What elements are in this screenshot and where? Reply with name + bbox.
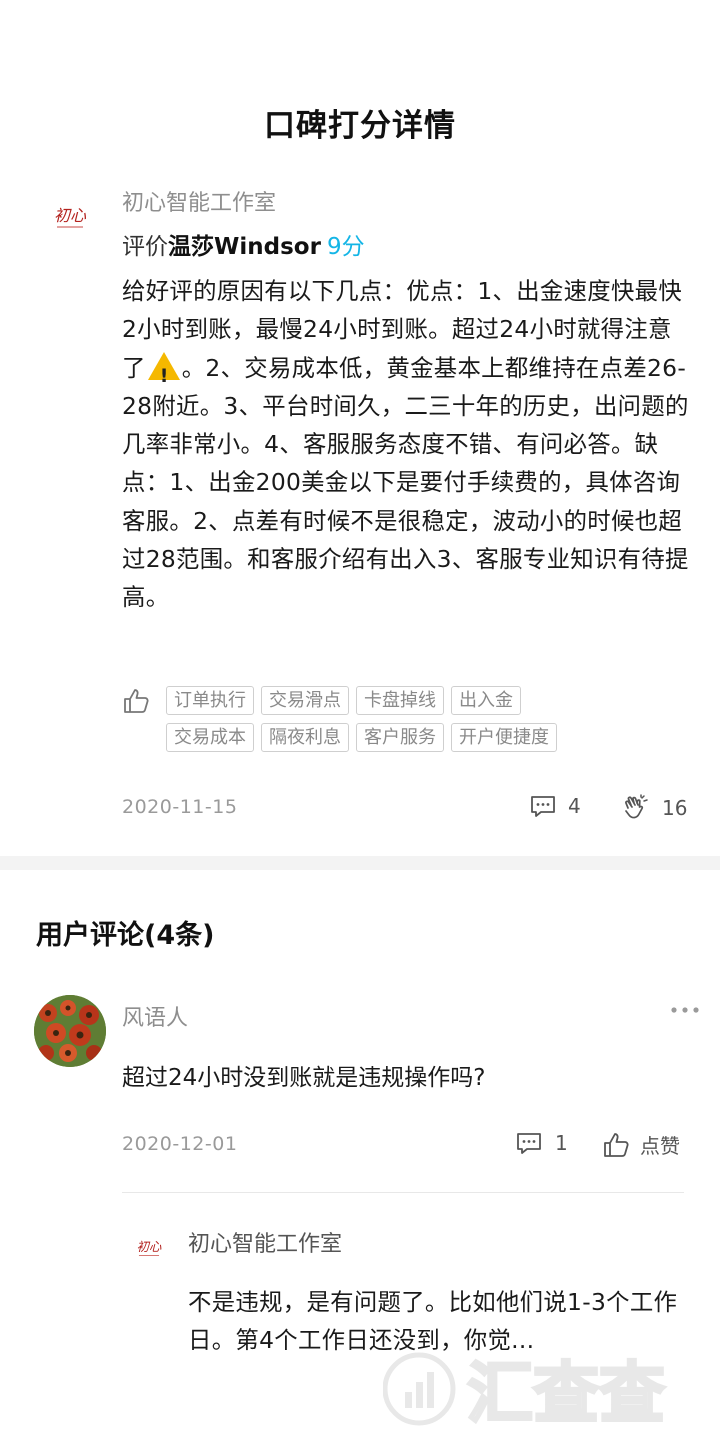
like-label: 点赞 xyxy=(640,1134,680,1158)
tag[interactable]: 订单执行 xyxy=(166,686,254,715)
review-clap-count: 16 xyxy=(662,796,688,820)
tag[interactable]: 交易成本 xyxy=(166,723,254,752)
thumbs-up-icon xyxy=(604,1132,629,1157)
thumbs-up-icon xyxy=(124,689,149,713)
review-date: 2020-11-15 xyxy=(122,796,238,818)
reply-button[interactable]: 1 xyxy=(516,1131,568,1155)
tag[interactable]: 隔夜利息 xyxy=(261,723,349,752)
rating-line: 评价温莎Windsor 9分 xyxy=(122,227,365,261)
rating-score: 9分 xyxy=(326,234,365,260)
studio-logo[interactable]: 初心 xyxy=(132,1230,166,1264)
section-divider xyxy=(0,856,720,870)
comment-text: 超过24小时没到账就是违规操作吗? xyxy=(122,1065,486,1091)
comment-date: 2020-12-01 xyxy=(122,1133,238,1155)
comment-icon xyxy=(531,796,555,817)
comment-icon xyxy=(517,1133,541,1154)
svg-text:汇查查: 汇查查 xyxy=(467,1355,665,1432)
review-text: 给好评的原因有以下几点：优点：1、出金速度快最快2小时到账，最慢24小时到账。超… xyxy=(122,272,694,617)
reply-count: 1 xyxy=(555,1131,568,1155)
reply-author[interactable]: 初心智能工作室 xyxy=(188,1226,342,1258)
review-clap-button[interactable]: 16 xyxy=(622,794,687,822)
svg-text:初心: 初心 xyxy=(54,206,87,225)
review-comment-button[interactable]: 4 xyxy=(530,794,581,818)
more-options-icon[interactable] xyxy=(670,1004,700,1016)
tag[interactable]: 交易滑点 xyxy=(261,686,349,715)
review-comment-count: 4 xyxy=(568,794,581,818)
rated-broker[interactable]: 温莎Windsor xyxy=(168,234,321,260)
page-title: 口碑打分详情 xyxy=(264,108,456,144)
review-text-part2: 。2、交易成本低，黄金基本上都维持在点差26-28附近。3、平台时间久，二三十年… xyxy=(122,353,689,612)
tag[interactable]: 客户服务 xyxy=(356,723,444,752)
tag[interactable]: 卡盘掉线 xyxy=(356,686,444,715)
comments-heading: 用户评论(4条) xyxy=(36,920,215,951)
comment-username[interactable]: 风语人 xyxy=(122,1000,188,1032)
reply-divider xyxy=(122,1192,684,1193)
clap-icon xyxy=(625,794,648,819)
like-button[interactable]: 点赞 xyxy=(602,1130,680,1159)
rating-prefix: 评价 xyxy=(122,234,168,260)
studio-logo[interactable]: 初心 xyxy=(48,194,92,238)
avatar[interactable] xyxy=(34,995,106,1067)
tag[interactable]: 开户便捷度 xyxy=(451,723,557,752)
review-tags: 订单执行 交易滑点 卡盘掉线 出入金 交易成本 隔夜利息 客户服务 开户便捷度 xyxy=(166,686,606,752)
review-author[interactable]: 初心智能工作室 xyxy=(122,185,276,217)
svg-text:初心: 初心 xyxy=(137,1240,162,1254)
tag[interactable]: 出入金 xyxy=(451,686,521,715)
watermark-logo: 汇查查 xyxy=(383,1352,667,1434)
warning-icon xyxy=(147,351,180,395)
